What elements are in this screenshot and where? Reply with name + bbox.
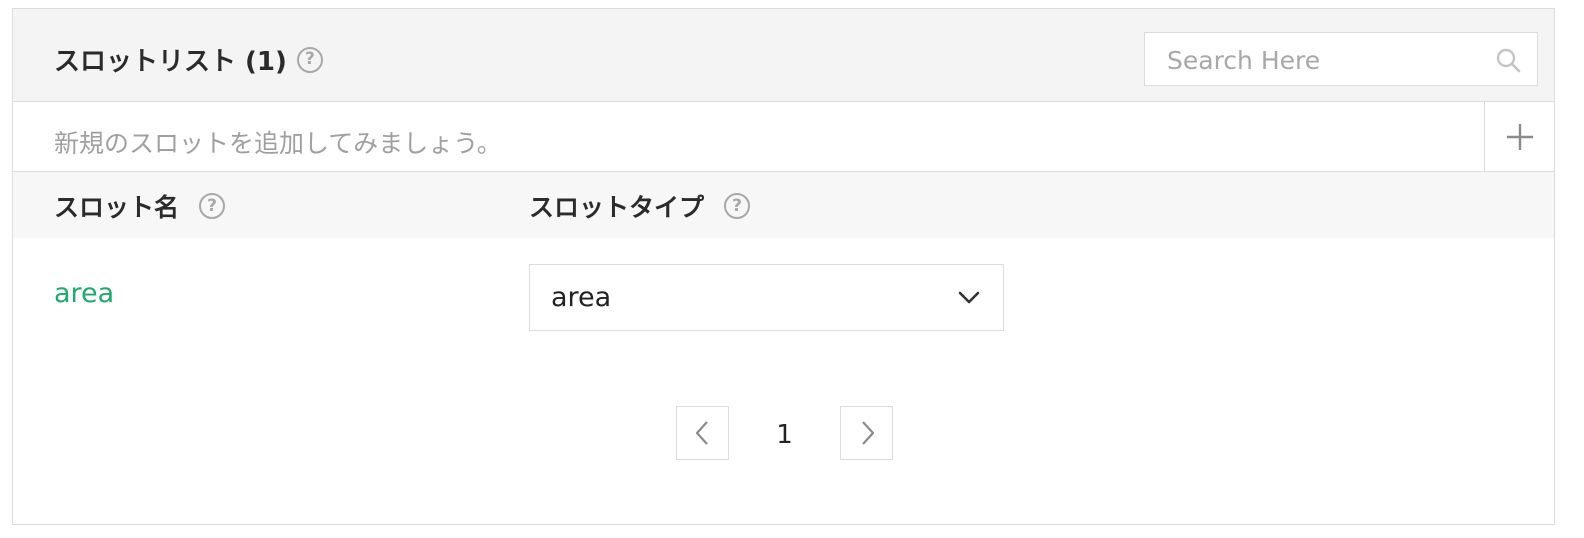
- page-title-text: スロットリスト (1): [54, 47, 287, 77]
- column-header-slot-type: スロットタイプ ?: [529, 188, 751, 224]
- slot-type-select[interactable]: area: [529, 264, 1004, 331]
- question-circle-icon[interactable]: ?: [199, 193, 226, 219]
- pagination: 1: [676, 406, 893, 460]
- panel-header: スロットリスト (1) ?: [13, 9, 1554, 102]
- slot-type-value: area: [551, 282, 612, 313]
- prev-page-button[interactable]: [676, 406, 729, 460]
- add-slot-button[interactable]: [1484, 102, 1554, 171]
- question-circle-icon[interactable]: ?: [724, 193, 751, 219]
- column-header-label: スロットタイプ: [529, 193, 705, 222]
- plus-icon: [1506, 123, 1533, 150]
- column-header-label: スロット名: [54, 193, 180, 222]
- column-header-slot-name: スロット名 ?: [54, 188, 226, 224]
- search-input[interactable]: [1165, 33, 1489, 87]
- next-page-button[interactable]: [840, 406, 893, 460]
- current-page: 1: [776, 420, 793, 450]
- chevron-left-icon: [695, 421, 708, 445]
- chevron-right-icon: [861, 421, 874, 445]
- question-circle-icon[interactable]: ?: [296, 46, 323, 73]
- slot-list-panel: スロットリスト (1) ? 新規のスロットを追加してみましょう。 スロット名 ?…: [12, 8, 1555, 525]
- add-slot-row: 新規のスロットを追加してみましょう。: [13, 102, 1554, 172]
- add-slot-hint[interactable]: 新規のスロットを追加してみましょう。: [54, 124, 502, 160]
- search-box: [1144, 32, 1538, 87]
- table-header: スロット名 ? スロットタイプ ?: [13, 172, 1554, 238]
- page-title: スロットリスト (1) ?: [54, 41, 323, 78]
- search-icon[interactable]: [1495, 47, 1521, 73]
- table-row: area area: [13, 238, 1554, 348]
- chevron-down-icon: [958, 291, 980, 304]
- slot-name-link[interactable]: area: [54, 278, 114, 309]
